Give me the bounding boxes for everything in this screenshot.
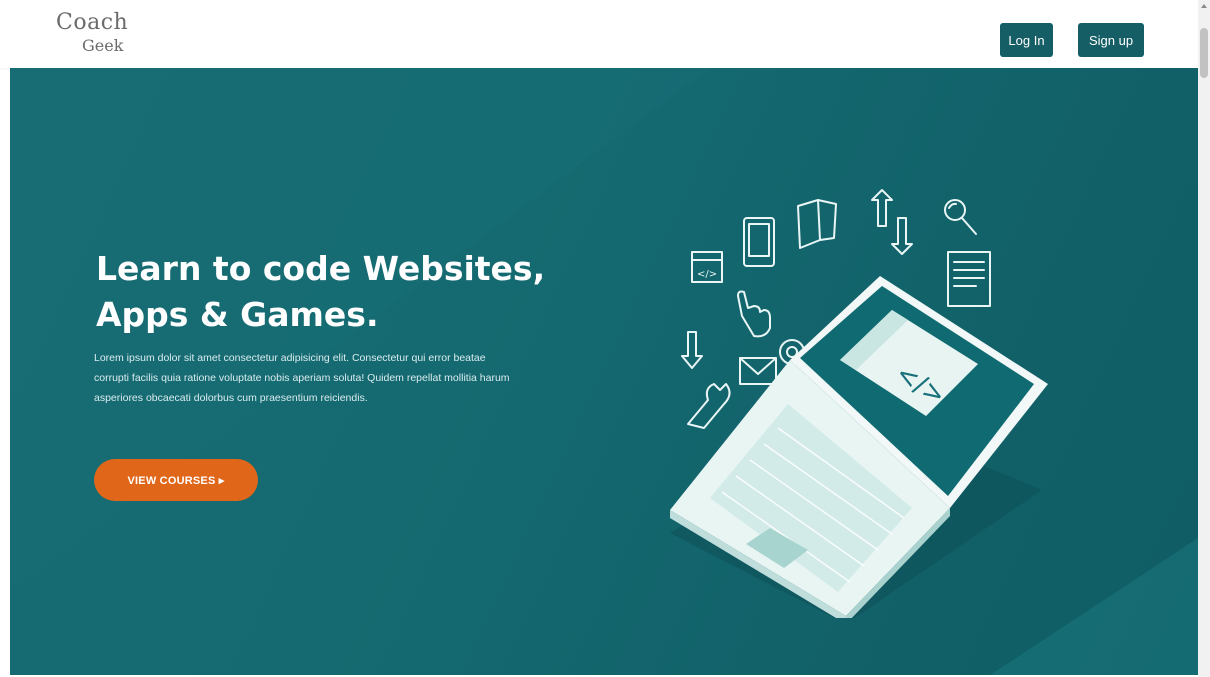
magnifier-icon [944,199,977,235]
hero-title: Learn to code Websites, Apps & Games. [96,249,546,334]
scrollbar[interactable] [1198,0,1210,677]
laptop-icon: </> [670,276,1048,618]
down-arrow-icon [681,331,703,369]
tablet-icon [743,217,775,267]
envelope-icon [739,357,777,385]
logo-line1: Coach [56,10,129,35]
scroll-up-icon[interactable] [1201,4,1207,8]
laptop-illustration: </> </> [670,189,1048,618]
logo-line2: Geek [82,36,124,55]
hero-description: Lorem ipsum dolor sit amet consectetur a… [94,352,510,404]
document-icon [947,251,991,307]
signup-button[interactable]: Sign up [1078,23,1144,57]
scroll-thumb[interactable] [1200,28,1208,78]
navbar: Coach Geek Log In Sign up [0,0,1198,68]
wrench-icon [687,383,731,429]
logo[interactable]: Coach Geek [56,10,146,60]
code-window-icon: </> [691,251,723,283]
upload-download-icon [871,189,913,255]
view-courses-button[interactable]: VIEW COURSES ▸ [94,459,258,501]
svg-text:</>: </> [697,269,717,280]
hero-section: Learn to code Websites, Apps & Games. Lo… [10,68,1198,675]
book-icon [797,199,837,249]
login-button[interactable]: Log In [1000,23,1053,57]
pointer-hand-icon [737,290,771,338]
